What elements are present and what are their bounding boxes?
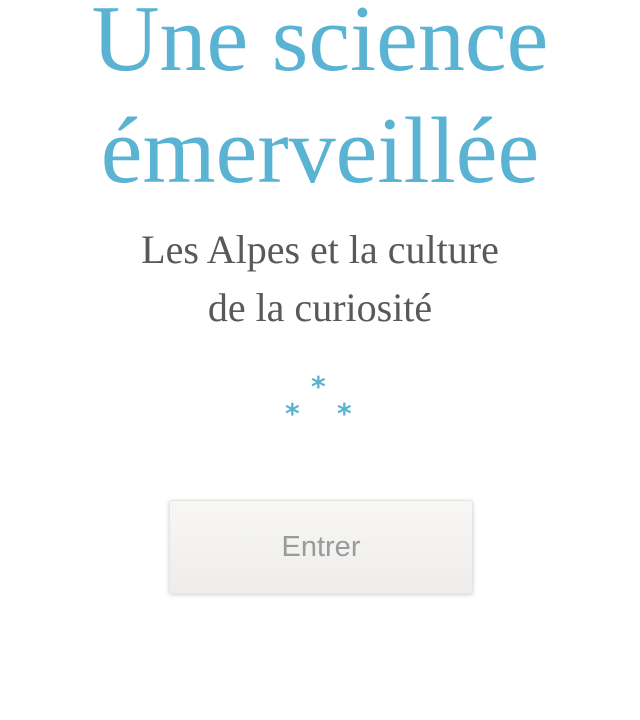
- page-title-line-2: émerveillée: [100, 99, 540, 203]
- asterisk-right-icon: *: [337, 397, 352, 430]
- subtitle-line-1: Les Alpes et la culture: [141, 227, 499, 272]
- page-title-line-1: Une science: [91, 0, 549, 91]
- asterisk-top-icon: *: [311, 370, 326, 403]
- enter-button[interactable]: Entrer: [169, 500, 473, 594]
- subtitle-line-2: de la curiosité: [207, 285, 433, 330]
- asterisk-left-icon: *: [285, 397, 300, 430]
